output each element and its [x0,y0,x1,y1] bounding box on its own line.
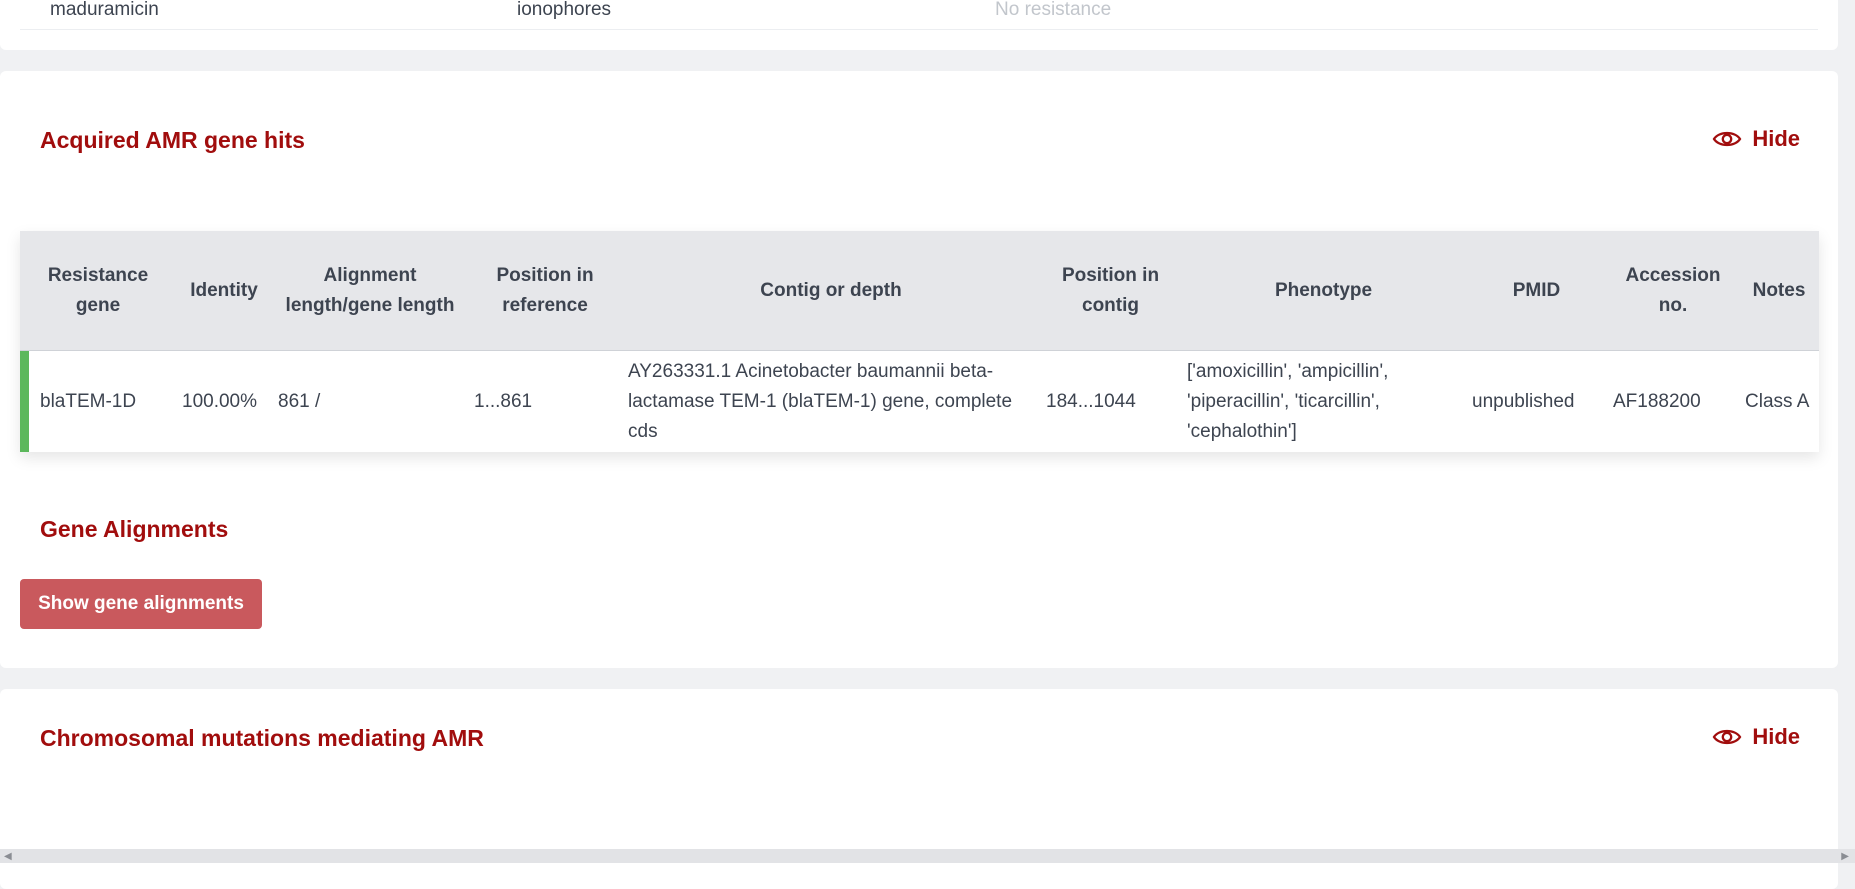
column-header[interactable]: Contig or depth [622,231,1040,350]
column-header[interactable]: Position in reference [468,231,622,350]
hide-label: Hide [1752,724,1800,749]
horizontal-scrollbar[interactable]: ◀ ▶ [0,849,1855,863]
antimicrobial-class: ionophores [517,0,612,20]
column-header[interactable]: Phenotype [1181,231,1466,350]
column-header[interactable]: Identity [176,231,272,350]
table-header: Resistance gene Identity Alignment lengt… [20,231,1819,351]
section-title: Acquired AMR gene hits [40,127,305,153]
phenotype-cell: ['amoxicillin', 'ampicillin', 'piperacil… [1187,360,1389,442]
amr-gene-hits-card: Acquired AMR gene hits Hide Resistance g… [0,71,1838,668]
table-row[interactable]: blaTEM-1D 100.00% 861 / 1...861 AY263331… [20,351,1819,452]
identity-cell: 100.00% [182,390,258,412]
antimicrobial-name: maduramicin [50,0,159,20]
table-row: maduramicin ionophores No resistance [20,0,1818,30]
column-header[interactable]: Notes [1739,231,1819,350]
pmid-cell: unpublished [1472,390,1575,412]
contig-cell: AY263331.1 Acinetobacter baumannii beta-… [628,360,1013,442]
column-header[interactable]: PMID [1466,231,1607,350]
column-header[interactable]: Alignment length/gene length [272,231,468,350]
eye-icon [1712,128,1742,150]
scroll-right-arrow-icon[interactable]: ▶ [1841,851,1849,862]
column-header[interactable]: Accession no. [1607,231,1739,350]
column-header[interactable]: Resistance gene [20,231,176,350]
column-header[interactable]: Position in contig [1040,231,1181,350]
gene-cell: blaTEM-1D [40,390,137,412]
hide-button[interactable]: Hide [1712,126,1800,152]
scroll-left-arrow-icon[interactable]: ◀ [4,851,12,862]
eye-icon [1712,726,1742,748]
section-title: Chromosomal mutations mediating AMR [40,725,484,751]
position-reference-cell: 1...861 [474,390,533,412]
accession-cell: AF188200 [1613,390,1701,412]
notes-cell: Class A [1745,390,1810,412]
resistance-status: No resistance [995,0,1112,20]
resistance-summary-card: maduramicin ionophores No resistance [0,0,1838,50]
hide-button[interactable]: Hide [1712,724,1800,750]
amr-hits-table: Resistance gene Identity Alignment lengt… [20,231,1819,452]
position-contig-cell: 184...1044 [1046,390,1136,412]
show-gene-alignments-button[interactable]: Show gene alignments [20,579,262,629]
hide-label: Hide [1752,126,1800,151]
alignment-cell: 861 / [278,390,321,412]
gene-alignments-title: Gene Alignments [40,516,229,542]
